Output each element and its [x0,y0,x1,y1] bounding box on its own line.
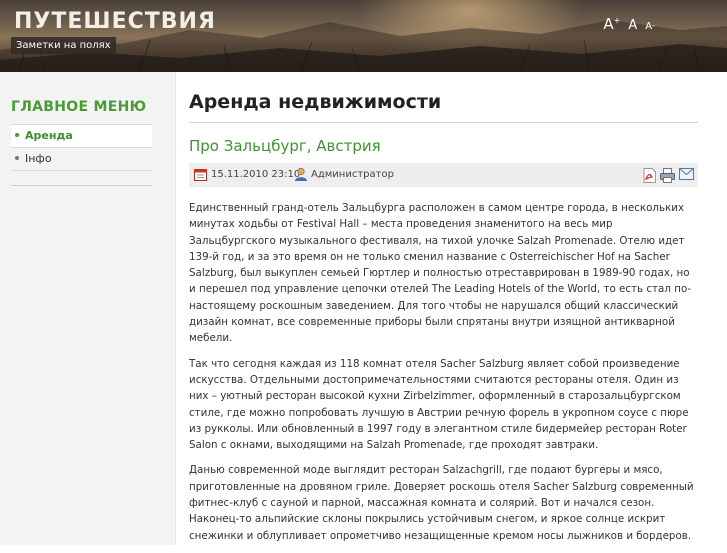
article-date: 15.11.2010 23:10 [211,169,301,180]
main-menu: Аренда Інфо [11,124,152,171]
user-icon [294,167,308,185]
article-body: Единственный гранд-отель Зальцбурга расп… [189,200,698,553]
article-meta-bar: 15.11.2010 23:10 Администратор [189,163,698,187]
page-title: Аренда недвижимости [189,91,698,123]
article-title[interactable]: Про Зальцбург, Австрия [189,137,381,155]
email-icon[interactable] [679,168,694,186]
calendar-icon [194,168,207,184]
main-menu-title: ГЛАВНОЕ МЕНЮ [11,99,147,115]
menu-item-info[interactable]: Інфо [11,148,152,171]
pdf-icon[interactable] [643,168,656,186]
font-increase-button[interactable]: A+ [603,17,620,32]
site-description: Заметки на полях [11,37,116,54]
font-decrease-button[interactable]: A- [645,22,655,32]
font-increase-label: A [603,15,614,33]
font-increase-mark: + [613,16,621,25]
article-tools [643,168,694,186]
site-header: ПУТЕШЕСТВИЯ Заметки на полях A+ A A- [0,0,727,72]
site-title[interactable]: ПУТЕШЕСТВИЯ [14,9,216,34]
menu-item-arenda[interactable]: Аренда [11,125,152,148]
menu-item-label: Інфо [25,152,52,165]
sidebar-divider [11,185,152,186]
article-author: Администратор [311,169,394,180]
bullet-icon [15,156,19,160]
font-size-controls: A+ A A- [603,17,655,33]
bullet-icon [15,133,19,137]
sidebar: ГЛАВНОЕ МЕНЮ Аренда Інфо [0,72,176,545]
article-paragraph: Данью современной моде выглядит ресторан… [189,464,694,542]
font-reset-button[interactable]: A [628,19,637,32]
print-icon[interactable] [660,168,675,186]
font-decrease-mark: - [652,21,655,30]
menu-item-label: Аренда [25,129,73,142]
article-paragraph: Так что сегодня каждая из 118 комнат оте… [189,357,689,452]
article-paragraph: Единственный гранд-отель Зальцбурга расп… [189,202,691,345]
